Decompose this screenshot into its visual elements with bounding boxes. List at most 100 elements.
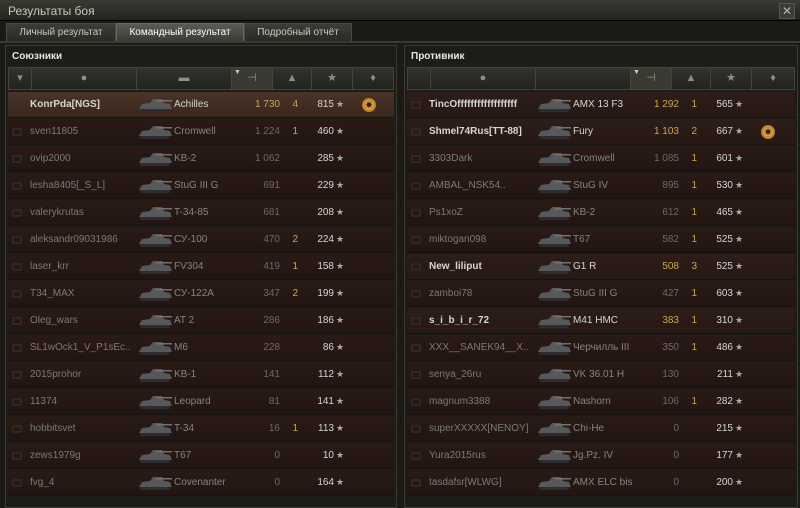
player-name[interactable]: Ps1xoZ: [429, 200, 547, 225]
medal-award-icon[interactable]: ✸: [761, 125, 775, 139]
experience-value: 525: [716, 234, 733, 245]
player-name[interactable]: magnum3388: [429, 389, 547, 414]
player-name[interactable]: zamboi78: [429, 281, 547, 306]
squad-icon[interactable]: [408, 68, 431, 89]
medal-award-icon[interactable]: ✸: [362, 98, 376, 112]
tank-image-icon: [538, 369, 571, 382]
player-name[interactable]: laser_krr: [30, 254, 148, 279]
player-name[interactable]: Shmel74Rus[TT-88]: [429, 119, 547, 144]
close-icon[interactable]: ✕: [779, 3, 795, 19]
table-row[interactable]: magnum3388 Nashorn 106 1 282 ★: [407, 389, 795, 415]
tank-icon[interactable]: [536, 68, 631, 89]
table-row[interactable]: fvg_4 Covenanter 0 164 ★: [8, 470, 394, 496]
table-row[interactable]: Oleg_wars AT 2 286 186 ★: [8, 308, 394, 334]
table-row[interactable]: T34_MAX СУ-122А 347 2 199 ★: [8, 281, 394, 307]
player-name[interactable]: KonrPda[NGS]: [30, 92, 148, 117]
experience-value: 177: [716, 450, 733, 461]
table-row[interactable]: lesha8405[_S_L] StuG III G 691 229 ★: [8, 173, 394, 199]
medal-icon[interactable]: ♦: [353, 68, 393, 89]
table-row[interactable]: XXX__SANEK94__X.. Черчилль III 350 1 486 ★: [407, 335, 795, 361]
table-row[interactable]: senya_26ru VK 36.01 H 130 211 ★: [407, 362, 795, 388]
tank-image-icon: [538, 342, 571, 355]
table-row[interactable]: tasdafsr[WLWG] AMX ELC bis 0 200 ★: [407, 470, 795, 496]
player-name[interactable]: XXX__SANEK94__X..: [429, 335, 547, 360]
player-name[interactable]: senya_26ru: [429, 362, 547, 387]
table-row[interactable]: Yura2015rus Jg.Pz. IV 0 177 ★: [407, 443, 795, 469]
experience-icon[interactable]: ★: [711, 68, 752, 89]
player-name[interactable]: ovip2000: [30, 146, 148, 171]
tab-team-result[interactable]: Командный результат: [116, 23, 244, 42]
damage-value: 1 062: [254, 153, 280, 164]
experience-value: 601: [716, 153, 733, 164]
table-row[interactable]: ovip2000 KB-2 1 062 285 ★: [8, 146, 394, 172]
table-row[interactable]: 11374 Leopard 81 141 ★: [8, 389, 394, 415]
tank-image-icon: [538, 288, 571, 301]
squad-icon[interactable]: ▾: [9, 68, 32, 89]
table-row[interactable]: zamboi78 StuG III G 427 1 603 ★: [407, 281, 795, 307]
player-name[interactable]: 3303Dark: [429, 146, 547, 171]
table-row[interactable]: hobbitsvet T-34 16 1 113 ★: [8, 416, 394, 442]
platoon-icon: [411, 425, 421, 433]
star-icon: ★: [336, 396, 345, 406]
table-row[interactable]: s_i_b_i_r_72 M41 HMC 383 1 310 ★: [407, 308, 795, 334]
player-name[interactable]: hobbitsvet: [30, 416, 148, 441]
table-row[interactable]: KonrPda[NGS] Achilles 1 730 4 815 ★ ✸: [8, 92, 394, 118]
player-name[interactable]: aleksandr09031986: [30, 227, 148, 252]
platoon-icon: [12, 425, 22, 433]
table-row[interactable]: zews1979g T67 0 10 ★: [8, 443, 394, 469]
table-row[interactable]: superXXXXX[NENOY] Chi-He 0 215 ★: [407, 416, 795, 442]
player-name[interactable]: Oleg_wars: [30, 308, 148, 333]
player-name[interactable]: sven11805: [30, 119, 148, 144]
player-name[interactable]: valerykrutas: [30, 200, 148, 225]
title-bar: Результаты боя ✕: [0, 0, 800, 21]
table-row[interactable]: New_liliput G1 R 508 3 525 ★: [407, 254, 795, 280]
tank-icon[interactable]: ▬: [137, 68, 232, 89]
player-name[interactable]: Yura2015rus: [429, 443, 547, 468]
allies-title: Союзники: [12, 51, 63, 62]
player-name[interactable]: 11374: [30, 389, 148, 414]
player-name[interactable]: T34_MAX: [30, 281, 148, 306]
player-name[interactable]: 2015prohor: [30, 362, 148, 387]
kills-icon[interactable]: ▲: [273, 68, 312, 89]
table-row[interactable]: SL1wOck1_V_P1sEc.. M6 228 86 ★: [8, 335, 394, 361]
table-row[interactable]: TincOffffffffffffffffff AMX 13 F3 1 292 1 56…: [407, 92, 795, 118]
platoon-icon: [411, 452, 421, 460]
player-name[interactable]: fvg_4: [30, 470, 148, 495]
platoon-icon: [411, 317, 421, 325]
table-row[interactable]: aleksandr09031986 СУ-100 470 2 224 ★: [8, 227, 394, 253]
kills-icon[interactable]: ▲: [672, 68, 711, 89]
table-row[interactable]: Ps1xoZ KB-2 612 1 465 ★: [407, 200, 795, 226]
player-name[interactable]: AMBAL_NSK54..: [429, 173, 547, 198]
table-row[interactable]: Shmel74Rus[TT-88] Fury 1 103 2 667 ★ ✸: [407, 119, 795, 145]
star-icon: ★: [336, 99, 345, 109]
damage-icon[interactable]: ▼ ⊣: [631, 68, 672, 89]
damage-icon[interactable]: ▼ ⊣: [232, 68, 273, 89]
player-name[interactable]: SL1wOck1_V_P1sEc..: [30, 335, 148, 360]
table-row[interactable]: AMBAL_NSK54.. StuG IV 895 1 530 ★: [407, 173, 795, 199]
platoon-icon: [12, 236, 22, 244]
player-name[interactable]: s_i_b_i_r_72: [429, 308, 547, 333]
table-row[interactable]: 3303Dark Cromwell 1 085 1 601 ★: [407, 146, 795, 172]
player-name[interactable]: tasdafsr[WLWG]: [429, 470, 547, 495]
kills-value: [284, 443, 298, 468]
star-icon: ★: [336, 153, 345, 163]
player-name[interactable]: TincOffffffffffffffffff: [429, 92, 547, 117]
player-icon[interactable]: ●: [32, 68, 137, 89]
table-row[interactable]: sven11805 Cromwell 1 224 1 460 ★: [8, 119, 394, 145]
tank-image-icon: [139, 450, 172, 463]
player-name[interactable]: zews1979g: [30, 443, 148, 468]
tab-detailed-report[interactable]: Подробный отчёт: [244, 23, 352, 42]
tab-personal-result[interactable]: Личный результат: [6, 23, 116, 42]
player-icon[interactable]: ●: [431, 68, 536, 89]
player-name[interactable]: lesha8405[_S_L]: [30, 173, 148, 198]
player-name[interactable]: superXXXXX[NENOY]: [429, 416, 547, 441]
player-name[interactable]: New_liliput: [429, 254, 547, 279]
table-row[interactable]: valerykrutas T-34-85 681 208 ★: [8, 200, 394, 226]
medal-icon[interactable]: ♦: [752, 68, 794, 89]
table-row[interactable]: 2015prohor KB-1 141 112 ★: [8, 362, 394, 388]
table-row[interactable]: laser_krr FV304 419 1 158 ★: [8, 254, 394, 280]
table-row[interactable]: miktogan098 T67 582 1 525 ★: [407, 227, 795, 253]
player-name[interactable]: miktogan098: [429, 227, 547, 252]
experience-icon[interactable]: ★: [312, 68, 353, 89]
enemies-title: Противник: [411, 51, 465, 62]
